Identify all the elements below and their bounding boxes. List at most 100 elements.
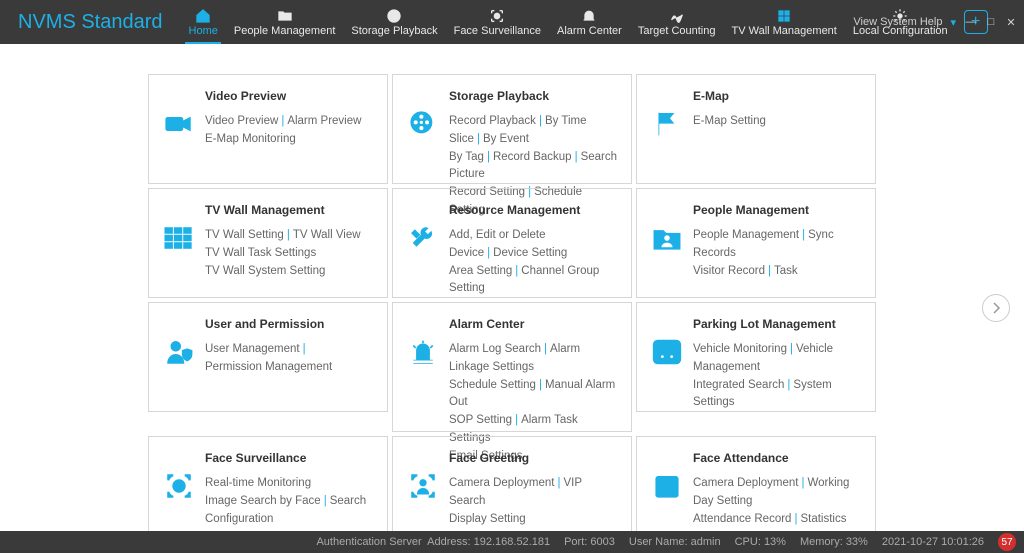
reel-icon xyxy=(385,8,403,24)
nav-people-management[interactable]: People Management xyxy=(226,0,344,44)
status-user: User Name: admin xyxy=(629,536,721,548)
minimize-button[interactable]: — xyxy=(964,15,978,29)
link[interactable]: TV Wall System Setting xyxy=(205,265,325,277)
person-scan-icon xyxy=(408,473,438,499)
link[interactable]: Display Setting xyxy=(449,513,526,525)
status-bar: Authentication Server Address: 192.168.5… xyxy=(0,531,1024,553)
folder-icon xyxy=(276,8,294,24)
link[interactable]: Vehicle Monitoring xyxy=(693,343,787,355)
face-scan-icon xyxy=(164,473,194,499)
nav-label: Home xyxy=(189,25,218,37)
camera-icon xyxy=(164,111,194,137)
card-title: User and Permission xyxy=(205,317,373,331)
link[interactable]: TV Wall View xyxy=(293,229,361,241)
link[interactable]: Record Playback xyxy=(449,115,536,127)
home-icon xyxy=(194,8,212,24)
link[interactable]: People Management xyxy=(693,229,799,241)
card-parking: Parking Lot Management Vehicle Monitorin… xyxy=(636,302,876,412)
card-links: Camera Deployment|VIP Search Display Set… xyxy=(449,475,617,528)
nav-label: Face Surveillance xyxy=(454,25,541,37)
card-links: Video Preview|Alarm Preview E-Map Monito… xyxy=(205,113,373,149)
close-button[interactable]: ✕ xyxy=(1004,15,1018,29)
tools-icon xyxy=(408,225,438,251)
link[interactable]: E-Map Setting xyxy=(693,115,766,127)
status-port: Port: 6003 xyxy=(564,536,615,548)
card-title: Face Attendance xyxy=(693,451,861,465)
card-title: Face Surveillance xyxy=(205,451,373,465)
card-links: Camera Deployment|Working Day Setting At… xyxy=(693,475,861,528)
card-alarm-center: Alarm Center Alarm Log Search|Alarm Link… xyxy=(392,302,632,432)
alarm-icon xyxy=(408,339,438,365)
nav-label: TV Wall Management xyxy=(732,25,837,37)
link[interactable]: TV Wall Setting xyxy=(205,229,284,241)
alarm-icon xyxy=(580,8,598,24)
help-link[interactable]: View System Help xyxy=(853,16,942,28)
main-nav: Home People Management Storage Playback … xyxy=(181,0,956,44)
status-auth: Authentication Server Address: 192.168.5… xyxy=(316,536,550,548)
link[interactable]: Image Search by Face xyxy=(205,495,321,507)
link[interactable]: Visitor Record xyxy=(693,265,765,277)
link[interactable]: Real-time Monitoring xyxy=(205,477,311,489)
card-title: Resource Management xyxy=(449,203,617,217)
car-icon xyxy=(652,339,682,365)
card-links: User Management| Permission Management xyxy=(205,341,373,377)
nav-target-counting[interactable]: Target Counting xyxy=(630,0,724,44)
link[interactable]: Camera Deployment xyxy=(449,477,554,489)
link[interactable]: SOP Setting xyxy=(449,414,512,426)
link[interactable]: By Event xyxy=(483,133,529,145)
card-title: Parking Lot Management xyxy=(693,317,861,331)
app-header: NVMS Standard Home People Management Sto… xyxy=(0,0,1024,44)
link[interactable]: E-Map Monitoring xyxy=(205,133,296,145)
link[interactable]: Camera Deployment xyxy=(693,477,798,489)
card-links: Real-time Monitoring Image Search by Fac… xyxy=(205,475,373,528)
chevron-right-icon xyxy=(991,302,1001,314)
nav-storage-playback[interactable]: Storage Playback xyxy=(343,0,445,44)
reel-icon xyxy=(408,111,438,137)
card-face-attendance: Face Attendance Camera Deployment|Workin… xyxy=(636,436,876,546)
card-title: Video Preview xyxy=(205,89,373,103)
app-title: NVMS Standard xyxy=(0,11,181,34)
link[interactable]: Attendance Record xyxy=(693,513,791,525)
link[interactable]: Alarm Preview xyxy=(287,115,361,127)
link[interactable]: Alarm Log Search xyxy=(449,343,541,355)
home-grid: Video Preview Video Preview|Alarm Previe… xyxy=(50,74,974,546)
folder-person-icon xyxy=(652,225,682,251)
nav-tv-wall[interactable]: TV Wall Management xyxy=(724,0,845,44)
maximize-button[interactable]: □ xyxy=(984,15,998,29)
nav-home[interactable]: Home xyxy=(181,0,226,44)
link[interactable]: Permission Management xyxy=(205,361,332,373)
card-tv-wall: TV Wall Management TV Wall Setting|TV Wa… xyxy=(148,188,388,298)
card-title: Alarm Center xyxy=(449,317,617,331)
link[interactable]: Schedule Setting xyxy=(449,379,536,391)
nav-alarm-center[interactable]: Alarm Center xyxy=(549,0,630,44)
link[interactable]: User Management xyxy=(205,343,300,355)
calendar-check-icon xyxy=(652,473,682,499)
link[interactable]: Video Preview xyxy=(205,115,278,127)
card-links: E-Map Setting xyxy=(693,113,861,131)
nav-label: Target Counting xyxy=(638,25,716,37)
alert-count-badge[interactable]: 57 xyxy=(998,533,1016,551)
counting-icon xyxy=(668,8,686,24)
link[interactable]: Record Backup xyxy=(493,151,572,163)
card-face-greeting: Face Greeting Camera Deployment|VIP Sear… xyxy=(392,436,632,546)
link[interactable]: Area Setting xyxy=(449,265,512,277)
link[interactable]: Device Setting xyxy=(493,247,567,259)
nav-label: Storage Playback xyxy=(351,25,437,37)
card-title: Face Greeting xyxy=(449,451,617,465)
next-page-button[interactable] xyxy=(982,294,1010,322)
card-title: Storage Playback xyxy=(449,89,617,103)
card-links: People Management|Sync Records Visitor R… xyxy=(693,227,861,280)
card-storage-playback: Storage Playback Record Playback|By Time… xyxy=(392,74,632,184)
link[interactable]: TV Wall Task Settings xyxy=(205,247,316,259)
card-links: Vehicle Monitoring|Vehicle Management In… xyxy=(693,341,861,412)
help-dropdown-icon[interactable]: ▾ xyxy=(950,16,956,29)
link[interactable]: Statistics xyxy=(800,513,846,525)
main-content: Video Preview Video Preview|Alarm Previe… xyxy=(0,44,1024,546)
card-people-management: People Management People Management|Sync… xyxy=(636,188,876,298)
card-title: TV Wall Management xyxy=(205,203,373,217)
link[interactable]: By Tag xyxy=(449,151,484,163)
user-shield-icon xyxy=(164,339,194,365)
link[interactable]: Integrated Search xyxy=(693,379,784,391)
link[interactable]: Task xyxy=(774,265,798,277)
nav-face-surveillance[interactable]: Face Surveillance xyxy=(446,0,549,44)
